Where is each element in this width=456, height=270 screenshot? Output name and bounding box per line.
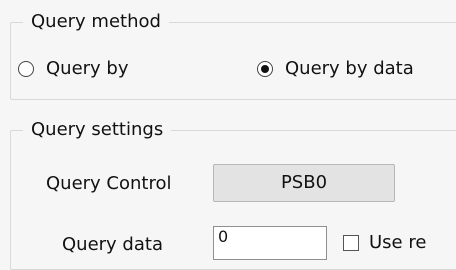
query-data-value: 0 xyxy=(218,227,229,246)
query-control-value: PSB0 xyxy=(280,172,328,193)
query-by-radio[interactable]: Query by xyxy=(18,56,129,82)
use-checkbox[interactable]: Use re xyxy=(343,230,426,256)
query-data-input[interactable]: 0 xyxy=(213,226,327,260)
use-checkbox-label: Use re xyxy=(369,232,427,253)
query-method-title: Query method xyxy=(23,9,169,35)
query-by-data-label: Query by data xyxy=(285,58,414,79)
query-by-label: Query by xyxy=(46,58,129,79)
query-control-button[interactable]: PSB0 xyxy=(213,164,395,202)
query-control-label: Query Control xyxy=(46,173,172,194)
query-by-data-radio[interactable]: Query by data xyxy=(257,56,414,82)
radio-checked-icon xyxy=(257,61,273,77)
query-data-label: Query data xyxy=(62,234,163,255)
radio-unchecked-icon xyxy=(18,61,34,77)
query-settings-title: Query settings xyxy=(23,117,172,143)
checkbox-unchecked-icon xyxy=(343,235,359,251)
